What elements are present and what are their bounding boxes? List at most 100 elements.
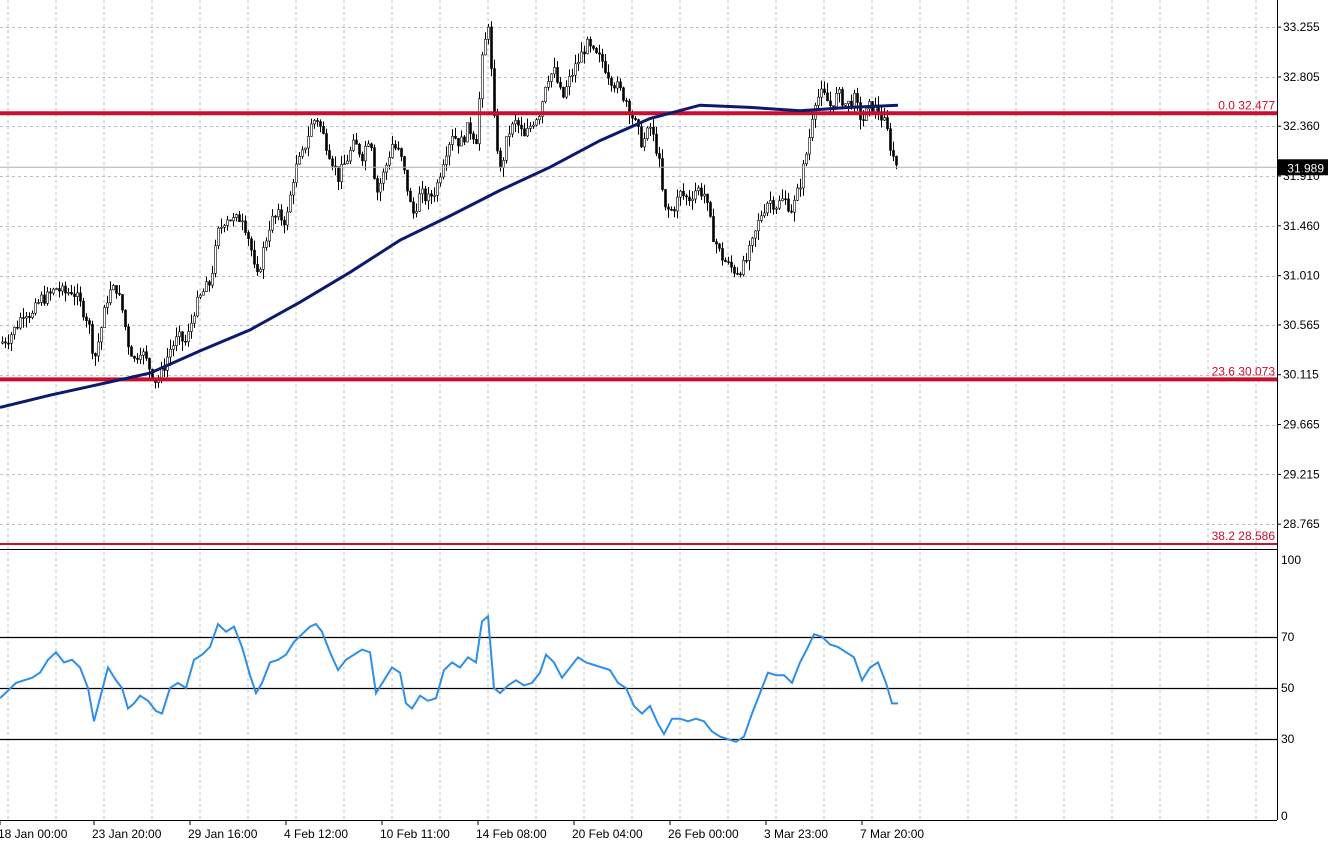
candle-body bbox=[718, 243, 721, 249]
candle-body bbox=[712, 216, 715, 242]
price-axis-label: 32.805 bbox=[1283, 70, 1320, 84]
candle-body bbox=[895, 156, 898, 166]
candle-body bbox=[100, 327, 103, 343]
candle-body bbox=[55, 288, 58, 290]
candle-body bbox=[349, 150, 352, 162]
candle-body bbox=[724, 259, 727, 263]
candle-body bbox=[121, 294, 124, 311]
candle-body bbox=[352, 139, 355, 151]
candle-body bbox=[250, 238, 253, 251]
candle-body bbox=[460, 136, 463, 147]
candle-body bbox=[829, 100, 832, 107]
candle-body bbox=[451, 136, 454, 145]
candle-body bbox=[799, 187, 802, 190]
candle-body bbox=[862, 119, 865, 121]
candle-body bbox=[433, 195, 436, 197]
rsi-axis-label: 50 bbox=[1281, 681, 1295, 695]
candle-body bbox=[673, 209, 676, 212]
candle-body bbox=[529, 126, 532, 129]
candle-body bbox=[664, 189, 667, 208]
candle-body bbox=[613, 85, 616, 89]
candle-body bbox=[736, 273, 739, 275]
candle-body bbox=[595, 48, 598, 54]
candle-body bbox=[493, 68, 496, 116]
candle-body bbox=[721, 248, 724, 261]
candle-body bbox=[82, 300, 85, 318]
candle-body bbox=[730, 261, 733, 268]
candle-body bbox=[13, 326, 16, 335]
candle-body bbox=[688, 196, 691, 201]
candle-body bbox=[589, 38, 592, 47]
candle-body bbox=[643, 138, 646, 148]
candle-body bbox=[892, 150, 895, 157]
candle-body bbox=[127, 326, 130, 348]
candle-body bbox=[253, 249, 256, 265]
candle-body bbox=[787, 198, 790, 212]
time-axis-label: 20 Feb 04:00 bbox=[572, 827, 643, 841]
candle-body bbox=[847, 100, 850, 104]
candle-body bbox=[52, 288, 55, 294]
candle-body bbox=[220, 227, 223, 229]
candle-body bbox=[379, 182, 382, 193]
price-axis-label: 31.910 bbox=[1283, 169, 1320, 183]
candle-body bbox=[118, 293, 121, 295]
price-axis-label: 29.215 bbox=[1283, 467, 1320, 481]
candle-body bbox=[478, 98, 481, 145]
candle-body bbox=[415, 210, 418, 214]
candle-body bbox=[805, 153, 808, 165]
candle-body bbox=[784, 198, 787, 201]
candle-body bbox=[766, 203, 769, 214]
candle-body bbox=[109, 289, 112, 304]
candle-body bbox=[316, 120, 319, 122]
time-axis-label: 7 Mar 20:00 bbox=[860, 827, 924, 841]
candle-body bbox=[268, 229, 271, 242]
candle-body bbox=[484, 39, 487, 56]
candle-body bbox=[229, 219, 232, 222]
candle-body bbox=[535, 119, 538, 126]
candle-body bbox=[481, 54, 484, 100]
candle-body bbox=[187, 331, 190, 343]
candle-body bbox=[403, 156, 406, 171]
price-axis-label: 31.010 bbox=[1283, 269, 1320, 283]
candle-body bbox=[532, 124, 535, 127]
candle-body bbox=[40, 294, 43, 303]
candle-body bbox=[16, 326, 19, 329]
trading-chart: 0.0 32.47723.6 30.07338.2 28.586 31.9893… bbox=[0, 0, 1336, 849]
candle-body bbox=[610, 77, 613, 86]
candle-body bbox=[625, 100, 628, 102]
candle-body bbox=[745, 259, 748, 262]
candle-body bbox=[556, 67, 559, 83]
candle-body bbox=[280, 209, 283, 221]
candle-body bbox=[544, 87, 547, 103]
candle-body bbox=[676, 196, 679, 212]
candle-body bbox=[34, 302, 37, 314]
candle-body bbox=[283, 219, 286, 226]
candle-body bbox=[49, 291, 52, 294]
candle-body bbox=[505, 136, 508, 161]
candle-body bbox=[133, 356, 136, 359]
candle-body bbox=[583, 51, 586, 55]
candle-body bbox=[442, 164, 445, 178]
candle-body bbox=[652, 126, 655, 135]
candle-body bbox=[448, 144, 451, 157]
candle-body bbox=[679, 190, 682, 198]
candle-body bbox=[667, 206, 670, 210]
candle-body bbox=[94, 353, 97, 357]
price-axis-label: 28.765 bbox=[1283, 517, 1320, 531]
candle-body bbox=[646, 127, 649, 140]
candle-body bbox=[328, 150, 331, 160]
candle-body bbox=[103, 307, 106, 328]
rsi-axis-label: 30 bbox=[1281, 732, 1295, 746]
candle-body bbox=[406, 169, 409, 192]
candle-body bbox=[763, 212, 766, 217]
candle-body bbox=[622, 87, 625, 101]
fibonacci-level-label: 38.2 28.586 bbox=[1212, 529, 1276, 543]
candle-body bbox=[472, 133, 475, 140]
candle-body bbox=[73, 293, 76, 298]
candle-body bbox=[259, 269, 262, 273]
candle-body bbox=[502, 160, 505, 168]
candle-body bbox=[553, 67, 556, 75]
candle-body bbox=[604, 60, 607, 73]
candle-body bbox=[421, 188, 424, 195]
candle-body bbox=[517, 120, 520, 126]
